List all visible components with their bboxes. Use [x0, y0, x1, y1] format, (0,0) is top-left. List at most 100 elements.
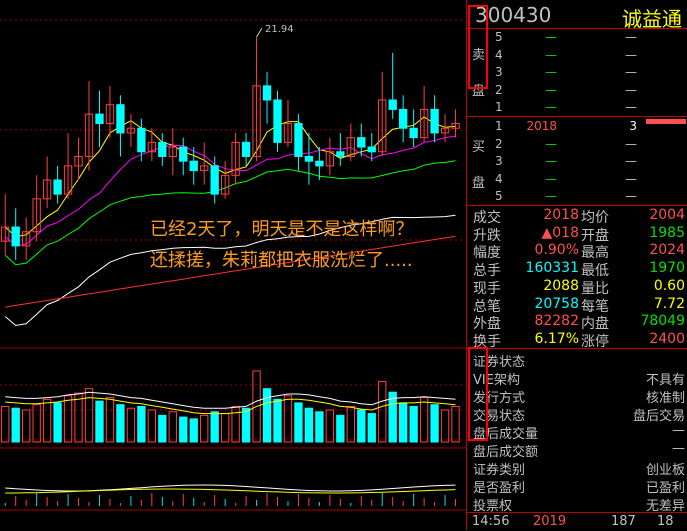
candle-body — [11, 226, 20, 247]
stat-value: 2400 — [649, 330, 685, 347]
volume-bar — [147, 409, 157, 443]
candle-body — [158, 141, 167, 157]
volume-bar — [273, 398, 282, 443]
level-volume: — — [625, 136, 637, 151]
stock-header: 300430 诚益通 — [467, 0, 687, 31]
level-price: — — [545, 65, 557, 79]
candle-body — [189, 160, 198, 172]
highlight-box-sell — [468, 5, 488, 89]
info-row: 证券状态 — [467, 350, 687, 370]
level-label: 1 — [495, 119, 503, 133]
sell-row-1: 1 — — — [467, 99, 687, 116]
stat-value: 0.60 — [653, 277, 685, 294]
sell-row-3: 3 — — — [467, 64, 687, 81]
candle-body — [137, 127, 146, 153]
level-volume: — — [625, 30, 637, 44]
level-price: — — [545, 171, 557, 186]
candle-body — [399, 108, 408, 129]
indicator-bars — [4, 484, 457, 506]
stat-row: 换手 6.17% 涨停 2400 — [467, 330, 687, 350]
volume-bar — [409, 405, 418, 443]
candle-body — [95, 113, 104, 125]
volume-bar — [346, 405, 355, 443]
candle-body — [357, 137, 366, 148]
volume-bar — [294, 402, 303, 443]
stat-value: 6.17% — [534, 330, 579, 347]
level-label: 2 — [495, 82, 503, 97]
stat-value: 2018 — [543, 207, 579, 223]
volume-bar — [63, 395, 73, 443]
candle-body — [315, 160, 324, 167]
candle-body — [116, 104, 125, 134]
info-row: 证券类别 创业板 — [467, 458, 687, 478]
volume-bar — [179, 416, 188, 443]
stat-value: 2088 — [543, 277, 579, 294]
candle-body — [273, 99, 282, 143]
volume-bar — [95, 400, 104, 443]
volume-bar — [440, 409, 450, 443]
stock-name: 诚益通 — [622, 7, 682, 31]
volume-bar — [116, 404, 125, 443]
candle-body — [388, 99, 397, 110]
tick-volume: 187 — [611, 514, 636, 529]
level-volume: — — [625, 189, 637, 203]
stat-value: 82282 — [534, 313, 579, 330]
volume-bar — [325, 409, 335, 443]
volume-bar — [378, 381, 387, 443]
volume-bar — [451, 405, 460, 443]
volume-bar — [430, 404, 439, 443]
buy-row-5: 5 — — — [467, 188, 687, 205]
volume-bar — [210, 411, 219, 443]
volume-bar — [105, 397, 115, 443]
sell-row-4: 4 — — — [467, 47, 687, 64]
volume-bar — [304, 407, 314, 443]
volume-bar — [220, 413, 230, 443]
level-volume: — — [625, 65, 637, 79]
level-volume: — — [625, 47, 637, 62]
tick-time: 14:56 — [472, 514, 510, 529]
volume-bar — [357, 409, 366, 443]
stat-value: 1985 — [649, 224, 685, 241]
level-volume: — — [625, 100, 637, 114]
volume-bar — [231, 405, 240, 443]
level-volume: — — [625, 154, 637, 168]
volume-bar — [137, 405, 146, 443]
volume-bar — [84, 388, 94, 443]
level-price: — — [545, 30, 557, 44]
level-price: — — [545, 154, 557, 168]
volume-bar — [126, 407, 136, 443]
stat-value: 2024 — [649, 242, 685, 259]
stat-row: 现手 2088 量比 0.60 — [467, 277, 687, 297]
level-label: 1 — [495, 100, 503, 114]
high-price-pointer — [256, 27, 263, 38]
candle-body — [367, 146, 376, 153]
volume-bar — [158, 414, 167, 443]
sell-row-2: 2 — — — [467, 82, 687, 99]
buy-row-1: 1 2018 3 — [467, 118, 687, 135]
stat-value: 7.72 — [653, 295, 685, 312]
high-price-label: 21.94 — [265, 24, 294, 35]
kline-chart-area[interactable]: 21.94 已经2天了，明天是不是这样啊？ 还揉搓，朱莉都把衣服洗烂了..... — [0, 0, 466, 530]
level-volume: 3 — [629, 119, 637, 133]
volume-bar — [74, 392, 83, 443]
volume-bar — [367, 413, 376, 443]
volume-bar — [241, 407, 251, 443]
volume-bar — [419, 397, 429, 443]
stat-value: 160331 — [525, 260, 579, 277]
stat-value: 20758 — [534, 295, 579, 312]
level-price: — — [545, 82, 557, 97]
level-volume: — — [625, 82, 637, 97]
candle-body — [294, 123, 303, 157]
info-row: 发行方式 核准制 — [467, 386, 687, 406]
tick-footer: 14:56 2019 187 18 — [467, 512, 687, 531]
candle-body — [262, 85, 272, 101]
level-label: 5 — [495, 30, 503, 44]
volume-bar — [200, 414, 209, 443]
candle-body — [210, 165, 219, 195]
stat-row: 总手 160331 最低 1970 — [467, 259, 687, 279]
volume-bar — [11, 407, 20, 443]
stat-value: 0.90% — [534, 242, 579, 259]
volume-bar — [42, 398, 52, 443]
level-label: 3 — [495, 154, 503, 168]
info-row: VIE架构 不具有 — [467, 368, 687, 388]
